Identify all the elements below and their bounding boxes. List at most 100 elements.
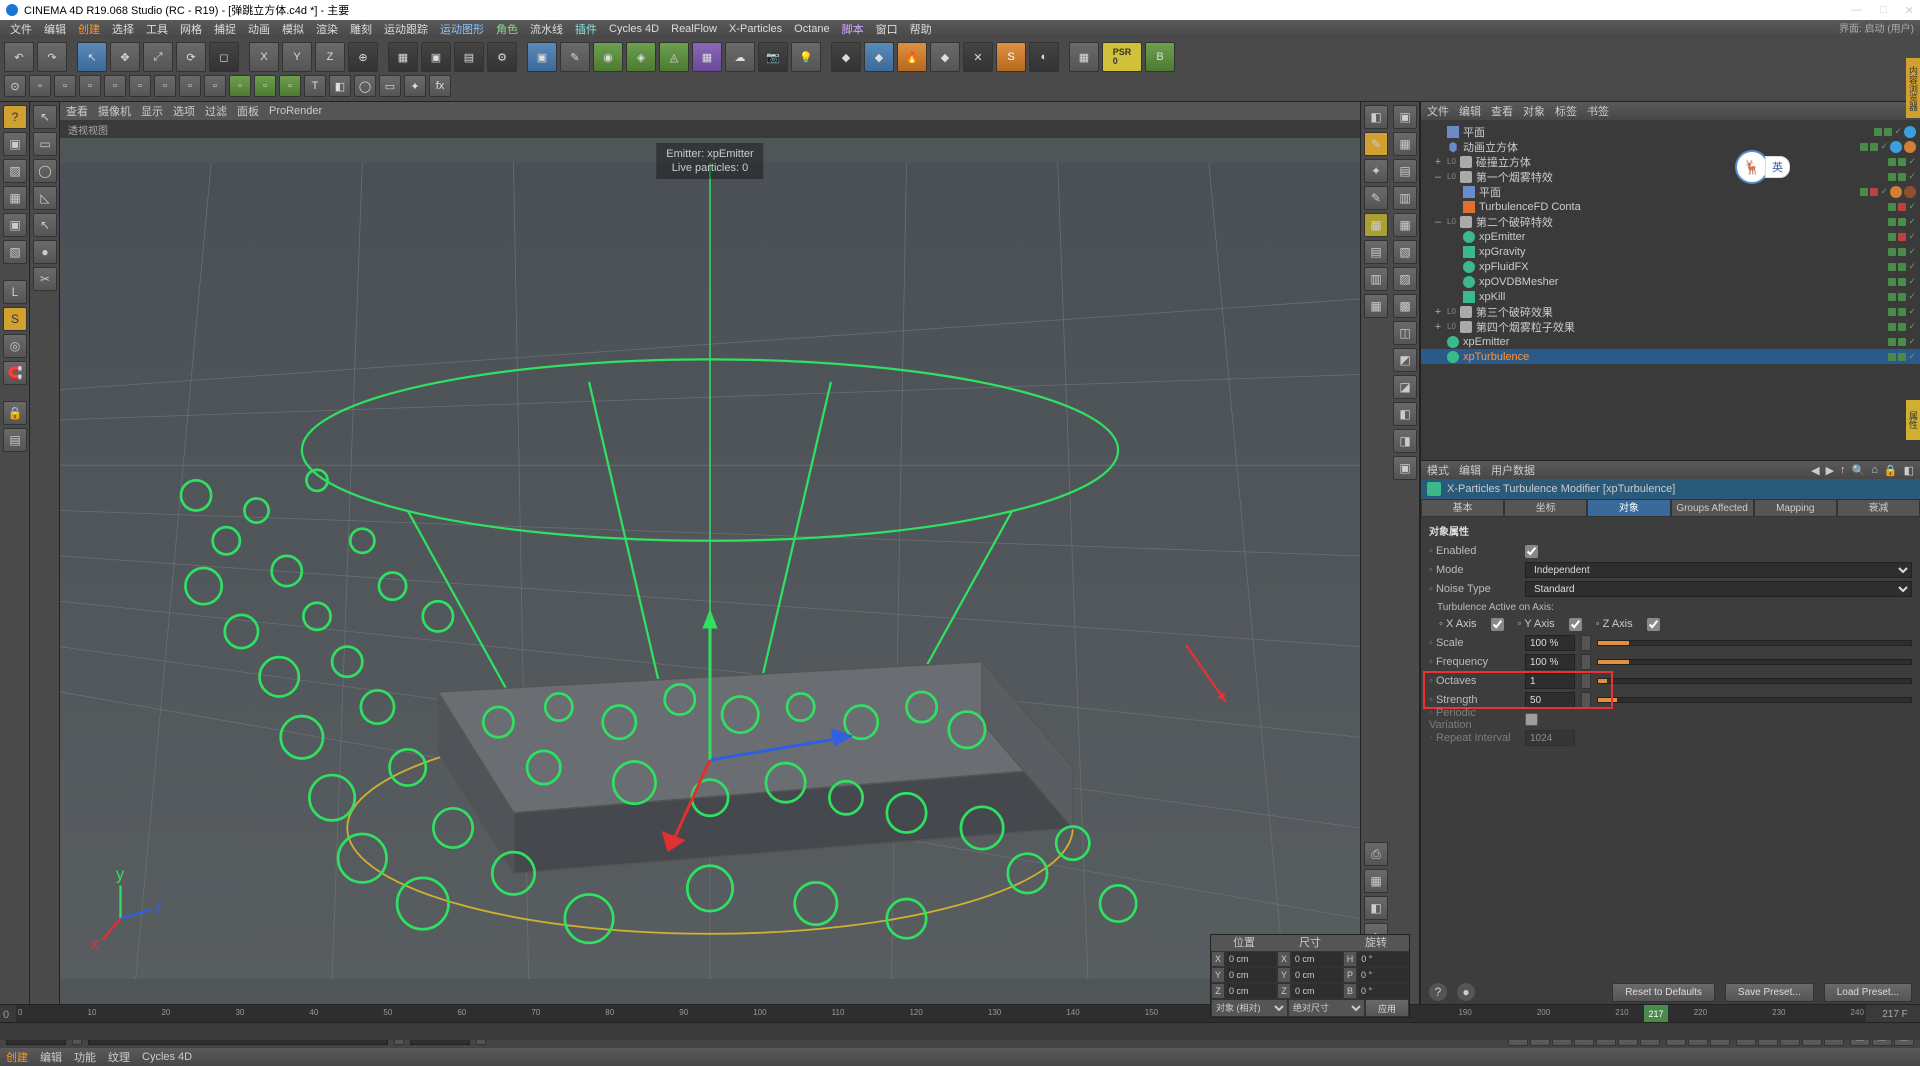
tool-b2[interactable]: ▫	[54, 75, 76, 97]
attr-str-slider[interactable]	[1597, 697, 1912, 703]
magnet-button[interactable]: 🧲	[3, 361, 27, 385]
spinner[interactable]	[1581, 673, 1591, 689]
vr2-1[interactable]: ▣	[1393, 105, 1417, 129]
vrt5[interactable]: ▦	[1364, 213, 1388, 237]
menu-创建[interactable]: 创建	[74, 21, 104, 37]
object-tree[interactable]: 平面✓动画立方体✓+L0碰撞立方体✓–L0第一个烟雾特效✓平面✓Turbulen…	[1421, 120, 1920, 460]
save-preset-button[interactable]: Save Preset...	[1725, 983, 1814, 1002]
environment-button[interactable]: ☁	[725, 42, 755, 72]
tree-item-xpFluidFX[interactable]: xpFluidFX✓	[1421, 259, 1920, 274]
menu-插件[interactable]: 插件	[571, 21, 601, 37]
snap-toggle-button[interactable]: ◎	[3, 334, 27, 358]
coord-apply-button[interactable]: 应用	[1365, 999, 1409, 1017]
menu-选择[interactable]: 选择	[108, 21, 138, 37]
attr-tab-坐标[interactable]: 坐标	[1504, 499, 1587, 517]
mat-tab-Cycles 4D[interactable]: Cycles 4D	[142, 1051, 192, 1063]
coord-system-button[interactable]: ⊕	[348, 42, 378, 72]
plugin-7-button[interactable]: ▦	[1069, 42, 1099, 72]
tool-b10[interactable]: ▫	[254, 75, 276, 97]
render-settings-button[interactable]: ⚙	[487, 42, 517, 72]
make-editable-button[interactable]: ▣	[3, 132, 27, 156]
vr2-8[interactable]: ▩	[1393, 294, 1417, 318]
menu-文件[interactable]: 文件	[6, 21, 36, 37]
move-lt-tool[interactable]: ↖	[33, 213, 57, 237]
render-pv-button[interactable]: ▤	[454, 42, 484, 72]
axis-z-button[interactable]: Z	[315, 42, 345, 72]
menu-动画[interactable]: 动画	[244, 21, 274, 37]
attr-back-icon[interactable]: ◀	[1811, 464, 1819, 477]
attr-freq-slider[interactable]	[1597, 659, 1912, 665]
rotate-tool[interactable]: ⟳	[176, 42, 206, 72]
vp-menu-面板[interactable]: 面板	[237, 103, 259, 119]
knife-tool[interactable]: ✂	[33, 267, 57, 291]
vr2-6[interactable]: ▧	[1393, 240, 1417, 264]
vr2-7[interactable]: ▨	[1393, 267, 1417, 291]
workplane-button[interactable]: ▧	[3, 240, 27, 264]
vrt7[interactable]: ▥	[1364, 267, 1388, 291]
spinner[interactable]	[1581, 692, 1591, 708]
close-button[interactable]: ✕	[1905, 4, 1914, 17]
subdivision-button[interactable]: ◬	[659, 42, 689, 72]
vrt10[interactable]: ▦	[1364, 869, 1388, 893]
render-region-button[interactable]: ▣	[421, 42, 451, 72]
attr-fwd-icon[interactable]: ▶	[1826, 464, 1834, 477]
attr-xaxis-check[interactable]	[1491, 618, 1504, 631]
plugin-6-button[interactable]: ◐	[1029, 42, 1059, 72]
menu-工具[interactable]: 工具	[142, 21, 172, 37]
tool-b9[interactable]: ▫	[229, 75, 251, 97]
cube-button[interactable]: ▣	[527, 42, 557, 72]
plugin-3-button[interactable]: 🔥	[897, 42, 927, 72]
vrt4[interactable]: ✎	[1364, 186, 1388, 210]
vr2-2[interactable]: ▦	[1393, 132, 1417, 156]
tool-b5[interactable]: ▫	[129, 75, 151, 97]
layers-button[interactable]: ▤	[3, 428, 27, 452]
menu-渲染[interactable]: 渲染	[312, 21, 342, 37]
tool-b7[interactable]: ▫	[179, 75, 201, 97]
attr-freq-input[interactable]	[1525, 654, 1575, 670]
plugin-8-button[interactable]: B	[1145, 42, 1175, 72]
plugin-2-button[interactable]: ◆	[864, 42, 894, 72]
vp-menu-摄像机[interactable]: 摄像机	[98, 103, 131, 119]
attr-new-icon[interactable]: ◧	[1904, 464, 1914, 477]
generator-button[interactable]: ◈	[626, 42, 656, 72]
vp-menu-查看[interactable]: 查看	[66, 103, 88, 119]
light-button[interactable]: 💡	[791, 42, 821, 72]
coord-mode-1[interactable]: 对象 (相对)	[1211, 999, 1288, 1017]
psr-button[interactable]: PSR0	[1102, 42, 1142, 72]
menu-运动跟踪[interactable]: 运动跟踪	[380, 21, 432, 37]
menu-角色[interactable]: 角色	[492, 21, 522, 37]
attr-scale-input[interactable]	[1525, 635, 1575, 651]
s-mode-button[interactable]: S	[3, 307, 27, 331]
mat-tab-创建[interactable]: 创建	[6, 1049, 28, 1065]
snap-button[interactable]: ⊙	[4, 75, 26, 97]
vr2-13[interactable]: ◨	[1393, 429, 1417, 453]
coord-mode-2[interactable]: 绝对尺寸	[1288, 999, 1365, 1017]
tool-b13[interactable]: ◧	[329, 75, 351, 97]
attr-zaxis-check[interactable]	[1647, 618, 1660, 631]
attr-menu-mode[interactable]: 模式	[1427, 462, 1449, 478]
select-tool[interactable]: ↖	[77, 42, 107, 72]
render-view-button[interactable]: ▦	[388, 42, 418, 72]
objmgr-menu-标签[interactable]: 标签	[1555, 103, 1577, 119]
attr-tab-Mapping[interactable]: Mapping	[1754, 499, 1837, 517]
brush-tool[interactable]: ●	[33, 240, 57, 264]
poly-select-tool[interactable]: ◺	[33, 186, 57, 210]
attr-lock-icon[interactable]: 🔒	[1884, 464, 1898, 477]
nurbs-button[interactable]: ◉	[593, 42, 623, 72]
vr2-10[interactable]: ◩	[1393, 348, 1417, 372]
tree-item-碰撞立方体[interactable]: +L0碰撞立方体✓	[1421, 154, 1920, 169]
plugin-4-button[interactable]: ◆	[930, 42, 960, 72]
tree-item-xpKill[interactable]: xpKill✓	[1421, 289, 1920, 304]
vrt11[interactable]: ◧	[1364, 896, 1388, 920]
tool-b16[interactable]: ✦	[404, 75, 426, 97]
tree-item-xpGravity[interactable]: xpGravity✓	[1421, 244, 1920, 259]
layout-label[interactable]: 界面: 启动 (用户)	[1839, 20, 1914, 35]
attr-tab-Groups Affected[interactable]: Groups Affected	[1671, 499, 1754, 517]
lock-button[interactable]: 🔒	[3, 401, 27, 425]
vrt6[interactable]: ▤	[1364, 240, 1388, 264]
menu-脚本[interactable]: 脚本	[838, 21, 868, 37]
plugin-5-button[interactable]: ✕	[963, 42, 993, 72]
redo-button[interactable]: ↷	[37, 42, 67, 72]
viewport[interactable]: y z x Emitter: xpEmitterLive particles: …	[60, 138, 1360, 1004]
menu-Octane[interactable]: Octane	[790, 23, 833, 35]
